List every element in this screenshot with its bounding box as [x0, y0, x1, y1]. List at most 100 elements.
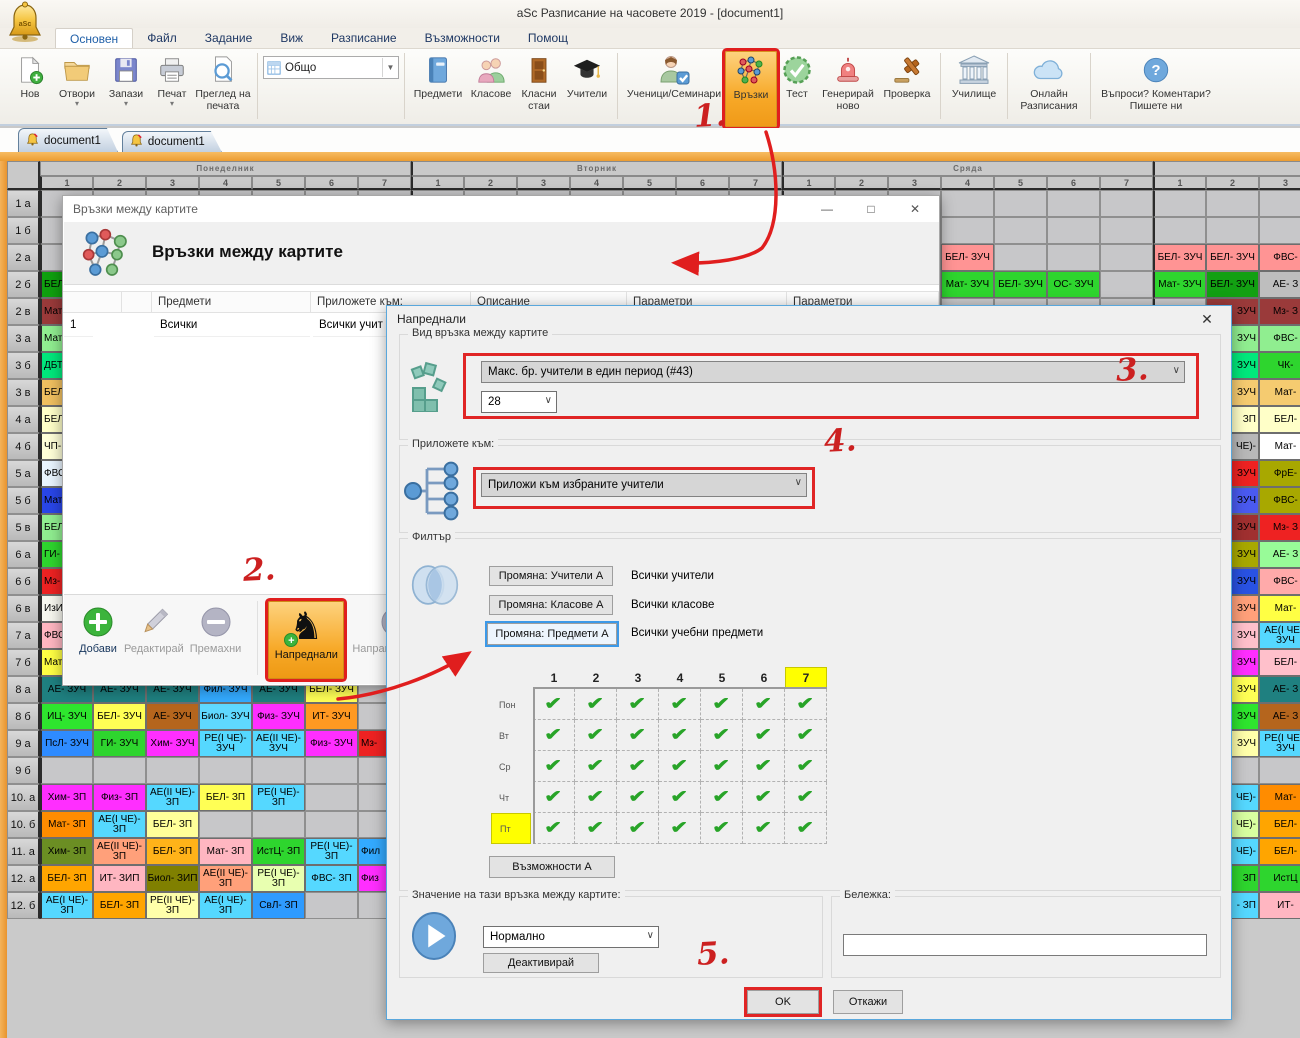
table-row-subjects[interactable]: Всички	[154, 313, 310, 337]
table-row-number[interactable]: 1	[64, 313, 93, 337]
timetable-cell[interactable]	[1206, 190, 1259, 217]
ribbon-button-тест[interactable]: Тест	[777, 51, 817, 123]
добави-button[interactable]: Добави	[78, 601, 118, 655]
timetable-cell[interactable]	[1047, 244, 1100, 271]
document-tab-1[interactable]: document1	[18, 128, 118, 152]
timetable-cell[interactable]: РЕ(I ЧЕ)- ЗП	[252, 784, 305, 811]
ribbon-button-проверка[interactable]: Проверка	[879, 51, 935, 123]
matrix-cell[interactable]: ✔	[659, 813, 701, 844]
timetable-cell[interactable]	[1047, 190, 1100, 217]
timetable-cell[interactable]	[199, 811, 252, 838]
timetable-cell[interactable]: АЕ- З	[1259, 271, 1300, 298]
timetable-cell[interactable]	[994, 217, 1047, 244]
timetable-cell[interactable]: ФрЕ-	[1259, 460, 1300, 487]
tab-Задание[interactable]: Задание	[191, 28, 267, 48]
timetable-cell[interactable]: БЕЛ- ЗП	[93, 892, 146, 919]
timetable-cell[interactable]: БЕЛ- ЗУЧ	[1153, 244, 1206, 271]
timetable-cell[interactable]: ИстЦ- ЗП	[252, 838, 305, 865]
timetable-cell[interactable]: АЕ- З	[1259, 676, 1300, 703]
ok-button[interactable]: OK	[747, 990, 819, 1014]
ribbon-button-онлайн-разписания[interactable]: Онлайн Разписания	[1013, 51, 1085, 123]
note-input[interactable]	[843, 934, 1207, 956]
tab-Виж[interactable]: Виж	[266, 28, 317, 48]
timetable-cell[interactable]: Мат-	[1259, 433, 1300, 460]
matrix-cell[interactable]: ✔	[575, 813, 617, 844]
timetable-cell[interactable]: АЕ(II ЧЕ)- ЗП	[199, 865, 252, 892]
matrix-cell[interactable]: ✔	[701, 813, 743, 844]
row-label[interactable]: 1 а	[7, 190, 40, 217]
timetable-cell[interactable]: ФВС-	[1259, 325, 1300, 352]
timetable-cell[interactable]	[1100, 271, 1153, 298]
timetable-cell[interactable]: АЕ(II ЧЕ)- ЗП	[93, 838, 146, 865]
timetable-cell[interactable]	[1259, 757, 1300, 784]
matrix-cell[interactable]: ✔	[659, 782, 701, 813]
timetable-cell[interactable]	[146, 757, 199, 784]
link-type-select[interactable]: Макс. бр. учители в един период (#43)∨	[481, 361, 1185, 383]
timetable-cell[interactable]: РЕ(II ЧЕ)- ЗП	[146, 892, 199, 919]
timetable-cell[interactable]: АЕ(I ЧЕ)- ЗП	[93, 811, 146, 838]
timetable-cell[interactable]: СвЛ- ЗП	[252, 892, 305, 919]
timetable-cell[interactable]	[1153, 190, 1206, 217]
possibilities-button[interactable]: Възможности А	[489, 856, 615, 878]
timetable-cell[interactable]: АЕ(II ЧЕ)- ЗП	[146, 784, 199, 811]
advanced-toolbar-button[interactable]: ♞+Напреднали	[268, 601, 344, 679]
row-label[interactable]: 4 а	[7, 406, 40, 433]
timetable-cell[interactable]: Мат-	[1259, 379, 1300, 406]
max-count-select[interactable]: 28∨	[481, 391, 557, 413]
timetable-cell[interactable]: Мат-	[1259, 784, 1300, 811]
timetable-cell[interactable]: БЕЛ- ЗУЧ	[941, 244, 994, 271]
timetable-cell[interactable]: Физ- ЗУЧ	[305, 730, 358, 757]
timetable-cell[interactable]: Хим- ЗП	[40, 784, 93, 811]
chevron-down-icon[interactable]: ▼	[382, 58, 398, 77]
timetable-cell[interactable]: Физ- ЗП	[93, 784, 146, 811]
timetable-cell[interactable]: АЕ- З	[1259, 703, 1300, 730]
timetable-cell[interactable]: ФВС-	[1259, 244, 1300, 271]
matrix-cell[interactable]: ✔	[743, 751, 785, 782]
timetable-cell[interactable]	[1259, 190, 1300, 217]
timetable-cell[interactable]: БЕЛ- ЗУЧ	[1206, 271, 1259, 298]
timetable-cell[interactable]: РЕ(I ЧЕ)- ЗУЧ	[199, 730, 252, 757]
timetable-cell[interactable]: БЕЛ-	[1259, 406, 1300, 433]
row-label[interactable]: 6 в	[7, 595, 40, 622]
apply-to-select[interactable]: Приложи към избраните учители∨	[481, 473, 807, 497]
asc-bell-logo-icon[interactable]: aSc	[5, 1, 45, 43]
tab-Възможности[interactable]: Възможности	[411, 28, 514, 48]
timetable-cell[interactable]: Мат- ЗП	[40, 811, 93, 838]
timetable-cell[interactable]: Мз- З	[1259, 514, 1300, 541]
timetable-cell[interactable]	[994, 244, 1047, 271]
matrix-cell[interactable]: ✔	[785, 782, 827, 813]
timetable-cell[interactable]: ФВС-	[1259, 487, 1300, 514]
row-label[interactable]: 1 б	[7, 217, 40, 244]
row-label[interactable]: 3 б	[7, 352, 40, 379]
timetable-cell[interactable]: АЕ(I ЧЕ)- ЗП	[40, 892, 93, 919]
maximize-button[interactable]: □	[849, 196, 893, 222]
премахни-button[interactable]: Премахни	[190, 601, 242, 655]
timetable-cell[interactable]	[941, 217, 994, 244]
row-label[interactable]: 4 б	[7, 433, 40, 460]
timetable-cell[interactable]	[1100, 217, 1153, 244]
row-label[interactable]: 10. б	[7, 811, 40, 838]
timetable-cell[interactable]: АЕ(I ЧЕ)- ЗУЧ	[1259, 622, 1300, 649]
deactivate-button[interactable]: Деактивирай	[483, 953, 599, 973]
row-label[interactable]: 5 а	[7, 460, 40, 487]
timetable-cell[interactable]	[40, 757, 93, 784]
timetable-cell[interactable]: ИстЦ	[1259, 865, 1300, 892]
timetable-cell[interactable]: БЕЛ- ЗП	[146, 838, 199, 865]
row-label[interactable]: 5 в	[7, 514, 40, 541]
timetable-cell[interactable]	[305, 892, 358, 919]
timetable-cell[interactable]	[199, 757, 252, 784]
timetable-cell[interactable]: ИЦ- ЗУЧ	[40, 703, 93, 730]
tab-Файл[interactable]: Файл	[133, 28, 191, 48]
row-label[interactable]: 7 а	[7, 622, 40, 649]
timetable-cell[interactable]	[1100, 190, 1153, 217]
timetable-cell[interactable]	[941, 190, 994, 217]
ribbon-button-връзки[interactable]: Връзки	[725, 51, 777, 127]
matrix-cell[interactable]: ✔	[701, 720, 743, 751]
matrix-cell[interactable]: ✔	[533, 813, 575, 844]
row-label[interactable]: 3 а	[7, 325, 40, 352]
matrix-cell[interactable]: ✔	[785, 689, 827, 720]
matrix-cell[interactable]: ✔	[659, 751, 701, 782]
matrix-cell[interactable]: ✔	[617, 720, 659, 751]
matrix-cell[interactable]: ✔	[533, 782, 575, 813]
ribbon-button-генерирай-ново[interactable]: Генерирай ново	[817, 51, 879, 123]
